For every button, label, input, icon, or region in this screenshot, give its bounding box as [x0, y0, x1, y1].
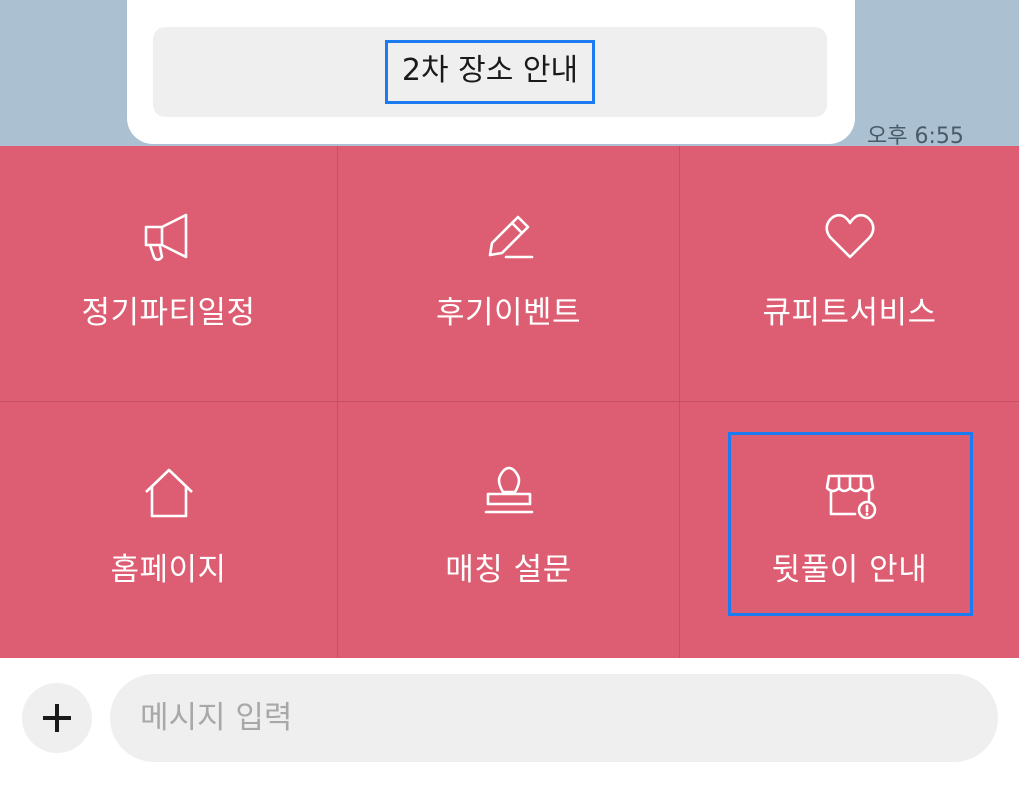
menu-item-party-schedule[interactable]: 정기파티일정	[0, 146, 338, 402]
menu-item-review-event[interactable]: 후기이벤트	[338, 146, 680, 402]
menu-item-label: 홈페이지	[110, 551, 227, 588]
menu-item-label: 큐피트서비스	[762, 295, 937, 331]
stamp-icon	[484, 466, 533, 513]
menu-item-cupid-service[interactable]: 큐피트서비스	[680, 146, 1019, 402]
home-icon	[144, 468, 193, 517]
menu-item-label: 뒷풀이 안내	[771, 551, 928, 588]
plus-button[interactable]	[22, 683, 92, 753]
menu-item-label: 정기파티일정	[81, 295, 256, 331]
plus-icon	[43, 704, 71, 732]
menu-item-label: 후기이벤트	[435, 295, 582, 331]
menu-item-afterparty-info[interactable]: 뒷풀이 안내	[680, 402, 1019, 658]
heart-icon	[824, 213, 875, 259]
chat-bubble: 2차 장소 안내	[127, 0, 855, 144]
message-input[interactable]	[110, 674, 998, 762]
megaphone-icon	[144, 213, 187, 261]
menu-item-matching-survey[interactable]: 매칭 설문	[338, 402, 680, 658]
message-timestamp: 오후 6:55	[867, 124, 964, 146]
menu-item-label: 매칭 설문	[445, 551, 572, 588]
second-venue-button[interactable]: 2차 장소 안내	[153, 27, 827, 117]
menu-item-homepage[interactable]: 홈페이지	[0, 402, 338, 658]
menu-grid: 정기파티일정 후기이벤트 큐피트서비스 홈페이지 매칭 설문 뒷풀이 안내	[0, 146, 1019, 658]
second-venue-button-label: 2차 장소 안내	[384, 40, 596, 104]
pencil-icon	[488, 215, 533, 259]
input-bar	[0, 658, 1019, 794]
store-alert-icon	[825, 474, 876, 519]
chat-area: 2차 장소 안내 오후 6:55	[0, 0, 1019, 146]
